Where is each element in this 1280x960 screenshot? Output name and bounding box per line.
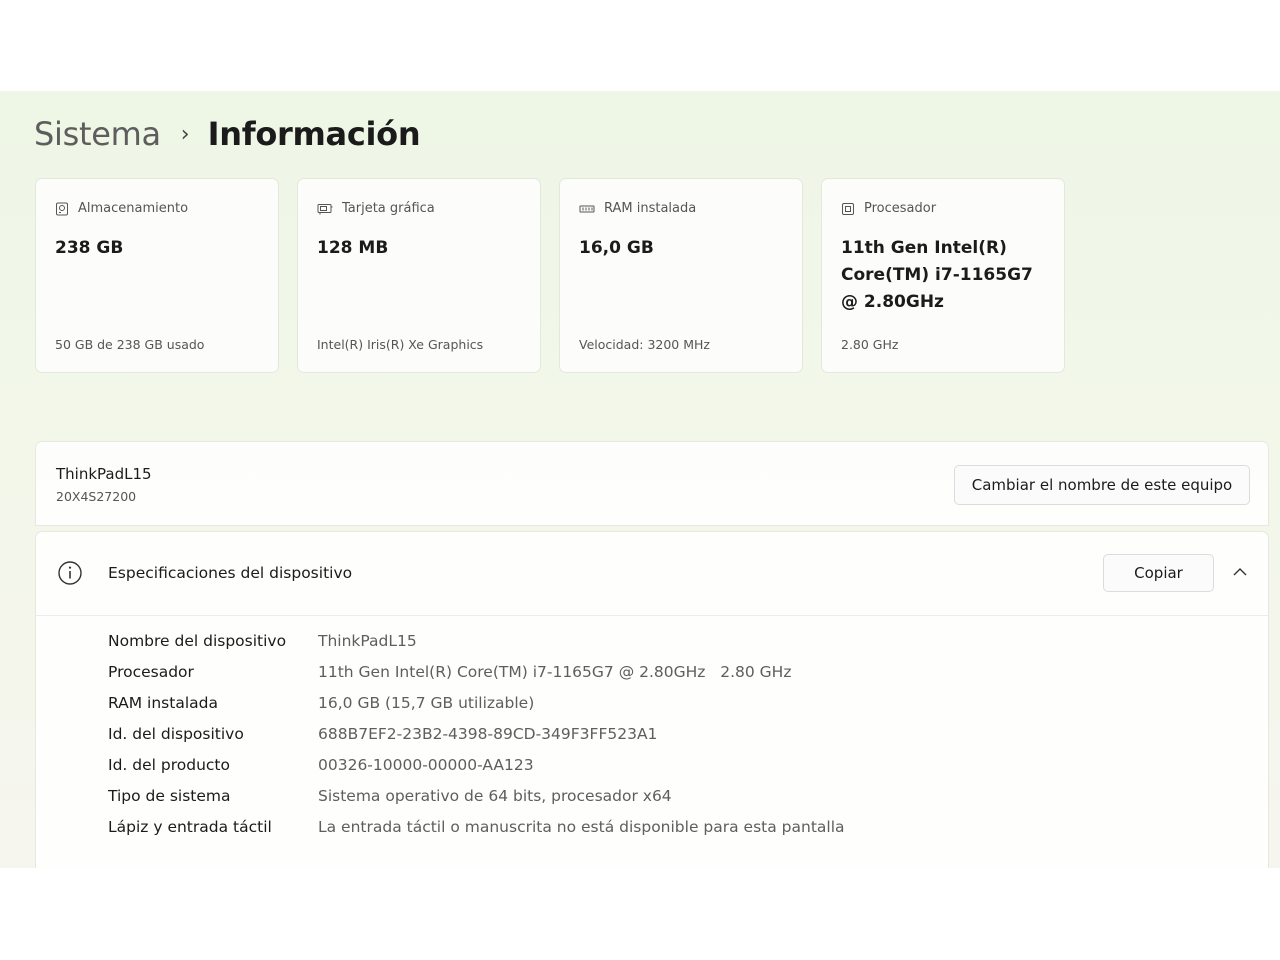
storage-card: Almacenamiento 238 GB 50 GB de 238 GB us…: [35, 178, 279, 373]
device-name: ThinkPadL15: [56, 465, 152, 483]
spec-row-device-id: Id. del dispositivo 688B7EF2-23B2-4398-8…: [108, 718, 657, 749]
storage-card-footer: 50 GB de 238 GB usado: [55, 337, 205, 352]
storage-icon: [56, 202, 68, 215]
rename-pc-button[interactable]: Cambiar el nombre de este equipo: [954, 465, 1250, 505]
device-specs-title: Especificaciones del dispositivo: [108, 564, 353, 582]
spec-value: 16,0 GB (15,7 GB utilizable): [318, 693, 535, 712]
breadcrumb-sistema[interactable]: Sistema: [34, 115, 161, 153]
spec-value: 00326-10000-00000-AA123: [318, 755, 534, 774]
spec-row-ram: RAM instalada 16,0 GB (15,7 GB utilizabl…: [108, 687, 534, 718]
cpu-card-label: Procesador: [864, 201, 937, 216]
spec-value: 688B7EF2-23B2-4398-89CD-349F3FF523A1: [318, 724, 658, 743]
spec-label: Nombre del dispositivo: [108, 631, 287, 650]
spec-label: RAM instalada: [108, 693, 218, 712]
chevron-up-icon[interactable]: [1230, 565, 1250, 579]
spec-label: Id. del producto: [108, 755, 230, 774]
ram-card: RAM instalada 16,0 GB Velocidad: 3200 MH…: [559, 178, 803, 373]
spec-value: 11th Gen Intel(R) Core(TM) i7-1165G7 @ 2…: [318, 662, 792, 681]
spec-label: Lápiz y entrada táctil: [108, 817, 272, 836]
device-name-panel: ThinkPadL15 20X4S27200 Cambiar el nombre…: [35, 441, 1269, 526]
cpu-card-footer: 2.80 GHz: [841, 337, 899, 352]
spec-row-system-type: Tipo de sistema Sistema operativo de 64 …: [108, 780, 672, 811]
spec-row-pen-touch: Lápiz y entrada táctil La entrada táctil…: [108, 811, 845, 842]
storage-card-value: 238 GB: [55, 238, 124, 258]
settings-window: Sistema › Información Almacenamiento 238…: [0, 91, 1280, 868]
info-icon: [58, 561, 82, 585]
gpu-icon: [317, 203, 333, 214]
ram-icon: [579, 205, 595, 212]
breadcrumb: Sistema › Información: [34, 111, 421, 157]
gpu-card-footer: Intel(R) Iris(R) Xe Graphics: [317, 337, 484, 352]
ram-card-footer: Velocidad: 3200 MHz: [579, 337, 710, 352]
device-specs-header[interactable]: Especificaciones del dispositivo Copiar: [36, 532, 1268, 616]
cpu-card-value: 11th Gen Intel(R) Core(TM) i7-1165G7 @ 2…: [841, 238, 1033, 312]
spec-label: Tipo de sistema: [108, 786, 231, 805]
gpu-card-value: 128 MB: [317, 238, 389, 258]
cpu-card: Procesador 11th Gen Intel(R) Core(TM) i7…: [821, 178, 1065, 373]
spec-row-device-name: Nombre del dispositivo ThinkPadL15: [108, 625, 417, 656]
spec-value: Sistema operativo de 64 bits, procesador…: [318, 786, 672, 805]
ram-card-value: 16,0 GB: [579, 238, 654, 258]
page-title: Información: [207, 115, 421, 153]
storage-card-label: Almacenamiento: [78, 201, 189, 216]
ram-card-label: RAM instalada: [604, 201, 697, 216]
spec-value: La entrada táctil o manuscrita no está d…: [318, 817, 845, 836]
cpu-icon: [842, 202, 854, 215]
spec-row-processor: Procesador 11th Gen Intel(R) Core(TM) i7…: [108, 656, 791, 687]
gpu-card: Tarjeta gráfica 128 MB Intel(R) Iris(R) …: [297, 178, 541, 373]
spec-label: Id. del dispositivo: [108, 724, 244, 743]
gpu-card-label: Tarjeta gráfica: [342, 201, 435, 216]
device-specs-panel: Especificaciones del dispositivo Copiar …: [35, 531, 1269, 868]
breadcrumb-chevron-icon: ›: [180, 121, 190, 147]
spec-row-product-id: Id. del producto 00326-10000-00000-AA123: [108, 749, 534, 780]
copy-button[interactable]: Copiar: [1103, 554, 1214, 592]
spec-label: Procesador: [108, 662, 194, 681]
spec-value: ThinkPadL15: [318, 631, 417, 650]
device-model: 20X4S27200: [56, 489, 137, 504]
